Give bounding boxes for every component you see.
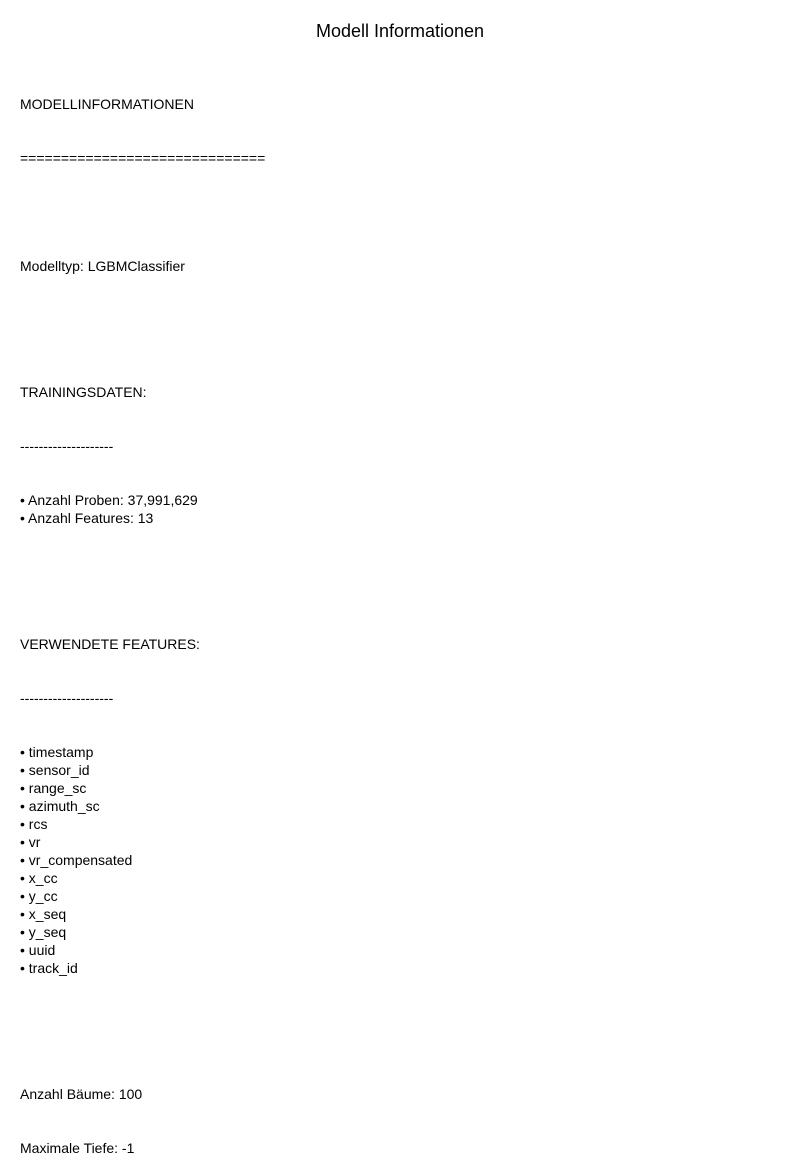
feature-item: • azimuth_sc (20, 797, 265, 815)
bullet-icon: • (20, 510, 29, 526)
feature-item-text: uuid (28, 942, 56, 958)
features-list: • timestamp • sensor_id • range_sc • azimut… (20, 743, 265, 977)
feature-item-text: timestamp (28, 744, 94, 760)
feature-item-text: x_cc (28, 870, 58, 886)
feature-item: • y_cc (20, 887, 265, 905)
bullet-icon: • (20, 960, 29, 976)
bullet-icon: • (20, 906, 29, 922)
model-info-report: MODELLINFORMATIONEN ====================… (20, 59, 265, 1175)
features-rule: -------------------- (20, 690, 114, 706)
feature-item-text: y_seq (28, 924, 67, 940)
report-heading-rule: ============================== (20, 150, 266, 166)
feature-item: • x_seq (20, 905, 265, 923)
bullet-icon: • (20, 870, 29, 886)
bullet-icon: • (20, 762, 29, 778)
bullet-icon: • (20, 744, 29, 760)
feature-item: • range_sc (20, 779, 265, 797)
training-heading: TRAININGSDATEN: (20, 384, 147, 400)
bullet-icon: • (20, 816, 29, 832)
feature-item: • track_id (20, 959, 265, 977)
feature-item-text: vr_compensated (28, 852, 133, 868)
feature-item: • timestamp (20, 743, 265, 761)
bullet-icon: • (20, 942, 29, 958)
feature-item-text: range_sc (28, 780, 87, 796)
feature-item: • vr (20, 833, 265, 851)
feature-item-text: rcs (28, 816, 48, 832)
training-item: • Anzahl Features: 13 (20, 509, 265, 527)
max-depth: Maximale Tiefe: -1 (20, 1140, 135, 1156)
bullet-icon: • (20, 888, 29, 904)
bullet-icon: • (20, 798, 29, 814)
feature-item: • y_seq (20, 923, 265, 941)
num-trees: Anzahl Bäume: 100 (20, 1086, 143, 1102)
feature-item-text: y_cc (28, 888, 58, 904)
features-heading: VERWENDETE FEATURES: (20, 636, 200, 652)
feature-item: • sensor_id (20, 761, 265, 779)
feature-item-text: azimuth_sc (28, 798, 100, 814)
feature-item: • x_cc (20, 869, 265, 887)
page-title: Modell Informationen (315, 21, 485, 41)
feature-item: • rcs (20, 815, 265, 833)
training-item-text: Anzahl Proben: 37,991,629 (28, 492, 198, 508)
training-item: • Anzahl Proben: 37,991,629 (20, 491, 265, 509)
feature-item-text: x_seq (28, 906, 67, 922)
bullet-icon: • (20, 492, 29, 508)
bullet-icon: • (20, 780, 29, 796)
bullet-icon: • (20, 852, 29, 868)
training-list: • Anzahl Proben: 37,991,629 • Anzahl Feat… (20, 491, 265, 527)
training-rule: -------------------- (20, 438, 114, 454)
feature-item: • uuid (20, 941, 265, 959)
feature-item: • vr_compensated (20, 851, 265, 869)
feature-item-text: track_id (28, 960, 78, 976)
training-item-text: Anzahl Features: 13 (28, 510, 154, 526)
report-heading: MODELLINFORMATIONEN (20, 96, 194, 112)
feature-item-text: sensor_id (28, 762, 90, 778)
bullet-icon: • (20, 834, 29, 850)
feature-item-text: vr (28, 834, 41, 850)
bullet-icon: • (20, 924, 29, 940)
model-type: Modelltyp: LGBMClassifier (20, 258, 185, 274)
